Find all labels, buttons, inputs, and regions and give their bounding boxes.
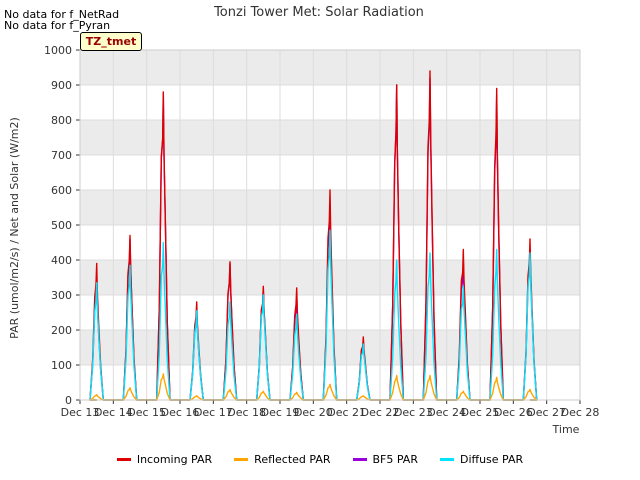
station-badge: TZ_tmet — [80, 32, 142, 51]
legend-item-diffuse-par: Diffuse PAR — [439, 453, 524, 466]
y-axis-label: PAR (umol/m2/s) / Net and Solar (W/m2) — [8, 117, 21, 339]
legend-swatch-incoming — [116, 458, 131, 461]
legend-label-bf5: BF5 PAR — [372, 453, 418, 466]
y-tick-label: 500 — [51, 219, 72, 232]
legend-label-incoming: Incoming PAR — [136, 453, 213, 466]
y-tick-label: 400 — [51, 254, 72, 267]
y-tick-label: 300 — [51, 289, 72, 302]
x-axis-label: Time — [552, 423, 580, 436]
x-tick-label: Dec 28 — [561, 406, 600, 419]
y-tick-label: 200 — [51, 324, 72, 337]
legend-label-reflected: Reflected PAR — [254, 453, 331, 466]
y-tick-label: 1000 — [44, 44, 72, 57]
legend-item-bf5-par: BF5 PAR — [352, 453, 418, 466]
plot-band — [80, 330, 580, 365]
legend-item-reflected-par: Reflected PAR — [234, 453, 331, 466]
plot-band — [80, 50, 580, 85]
legend-item-incoming-par: Incoming PAR — [116, 453, 213, 466]
legend-swatch-bf5 — [352, 458, 367, 461]
plot-band — [80, 120, 580, 155]
y-tick-label: 800 — [51, 114, 72, 127]
y-tick-label: 100 — [51, 359, 72, 372]
y-tick-label: 700 — [51, 149, 72, 162]
legend-swatch-diffuse — [439, 458, 454, 461]
legend-swatch-reflected — [234, 458, 249, 461]
plot-band — [80, 260, 580, 295]
chart-title: Tonzi Tower Met: Solar Radiation — [213, 5, 424, 20]
legend-label-diffuse: Diffuse PAR — [459, 453, 524, 466]
no-data-note-pyran: No data for f_Pyran — [4, 19, 111, 32]
y-tick-label: 600 — [51, 184, 72, 197]
y-tick-label: 900 — [51, 79, 72, 92]
solar-radiation-chart: Tonzi Tower Met: Solar Radiation 0100200… — [8, 5, 600, 436]
legend: Incoming PAR Reflected PAR BF5 PAR Diffu… — [0, 453, 640, 466]
